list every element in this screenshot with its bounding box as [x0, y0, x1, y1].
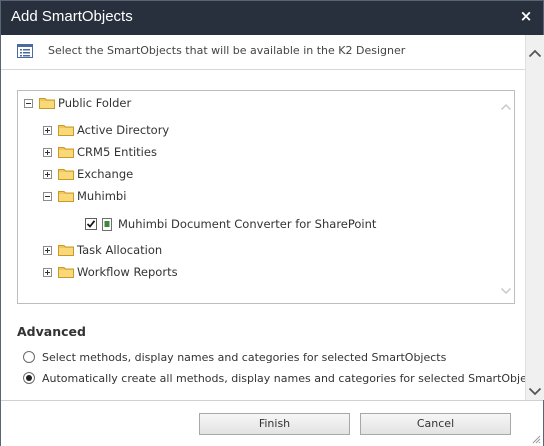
smartobject-tree[interactable]: Public Folder Active Directory CRM5 Enti…	[17, 90, 515, 304]
instruction-row: Select the SmartObjects that will be ava…	[1, 35, 525, 70]
dialog-content: Select the SmartObjects that will be ava…	[1, 35, 543, 400]
close-icon: ×	[519, 7, 533, 25]
tree-node-label: Active Directory	[77, 123, 170, 137]
tree-node-label: Exchange	[77, 167, 134, 181]
folder-icon	[58, 267, 74, 278]
tree-node-active-directory[interactable]: Active Directory	[43, 121, 169, 139]
dialog-title: Add SmartObjects	[11, 8, 133, 25]
dialog-scrollbar[interactable]	[525, 35, 544, 400]
folder-icon	[58, 191, 74, 202]
tree-node-label: Workflow Reports	[77, 265, 178, 279]
folder-icon	[58, 245, 74, 256]
chevron-down-icon[interactable]	[500, 287, 512, 295]
folder-icon	[39, 98, 55, 109]
checkmark-icon	[86, 220, 96, 228]
folder-icon	[58, 147, 74, 158]
add-smartobjects-dialog: Add SmartObjects × Select the SmartObjec…	[0, 0, 544, 446]
title-bar: Add SmartObjects ×	[1, 1, 543, 35]
smartobject-icon	[102, 217, 112, 231]
radio-label: Select methods, display names and catego…	[42, 350, 447, 364]
resize-grip-icon[interactable]	[531, 434, 541, 444]
collapse-toggle[interactable]	[43, 191, 52, 201]
list-icon	[17, 44, 33, 58]
expand-toggle[interactable]	[43, 147, 52, 157]
chevron-down-icon[interactable]	[528, 387, 542, 396]
tree-node-workflow-reports[interactable]: Workflow Reports	[43, 263, 178, 281]
smartobject-checkbox[interactable]	[85, 218, 97, 230]
option-select-methods[interactable]: Select methods, display names and catego…	[23, 349, 446, 365]
instruction-text: Select the SmartObjects that will be ava…	[48, 44, 406, 57]
tree-node-label: Public Folder	[58, 96, 132, 110]
tree-node-task-allocation[interactable]: Task Allocation	[43, 241, 162, 259]
expand-toggle[interactable]	[43, 267, 52, 277]
radio-label: Automatically create all methods, displa…	[42, 371, 543, 385]
finish-button[interactable]: Finish	[199, 413, 350, 435]
option-auto-create[interactable]: Automatically create all methods, displa…	[23, 370, 543, 386]
expand-toggle[interactable]	[43, 169, 52, 179]
expand-toggle[interactable]	[43, 245, 52, 255]
radio-auto-create[interactable]	[23, 372, 35, 384]
radio-select-methods[interactable]	[23, 351, 35, 363]
tree-scrollbar[interactable]	[498, 91, 514, 303]
collapse-toggle[interactable]	[24, 98, 33, 108]
chevron-up-icon[interactable]	[500, 103, 512, 111]
expand-toggle[interactable]	[43, 125, 52, 135]
tree-node-muhimbi-document-converter[interactable]: Muhimbi Document Converter for SharePoin…	[85, 215, 376, 233]
dialog-footer: Finish Cancel	[1, 400, 543, 446]
advanced-heading: Advanced	[17, 324, 86, 339]
folder-icon	[58, 169, 74, 180]
tree-node-label: Task Allocation	[77, 243, 163, 257]
tree-node-exchange[interactable]: Exchange	[43, 165, 133, 183]
tree-node-label: CRM5 Entities	[77, 145, 157, 159]
cancel-button[interactable]: Cancel	[360, 413, 511, 435]
chevron-up-icon[interactable]	[528, 49, 542, 58]
tree-node-muhimbi[interactable]: Muhimbi	[43, 187, 126, 205]
close-button[interactable]: ×	[515, 5, 537, 27]
tree-node-label: Muhimbi	[77, 189, 127, 203]
tree-node-label: Muhimbi Document Converter for SharePoin…	[118, 217, 377, 231]
tree-node-crm5-entities[interactable]: CRM5 Entities	[43, 143, 157, 161]
folder-icon	[58, 125, 74, 136]
tree-node-public-folder[interactable]: Public Folder	[24, 94, 131, 112]
